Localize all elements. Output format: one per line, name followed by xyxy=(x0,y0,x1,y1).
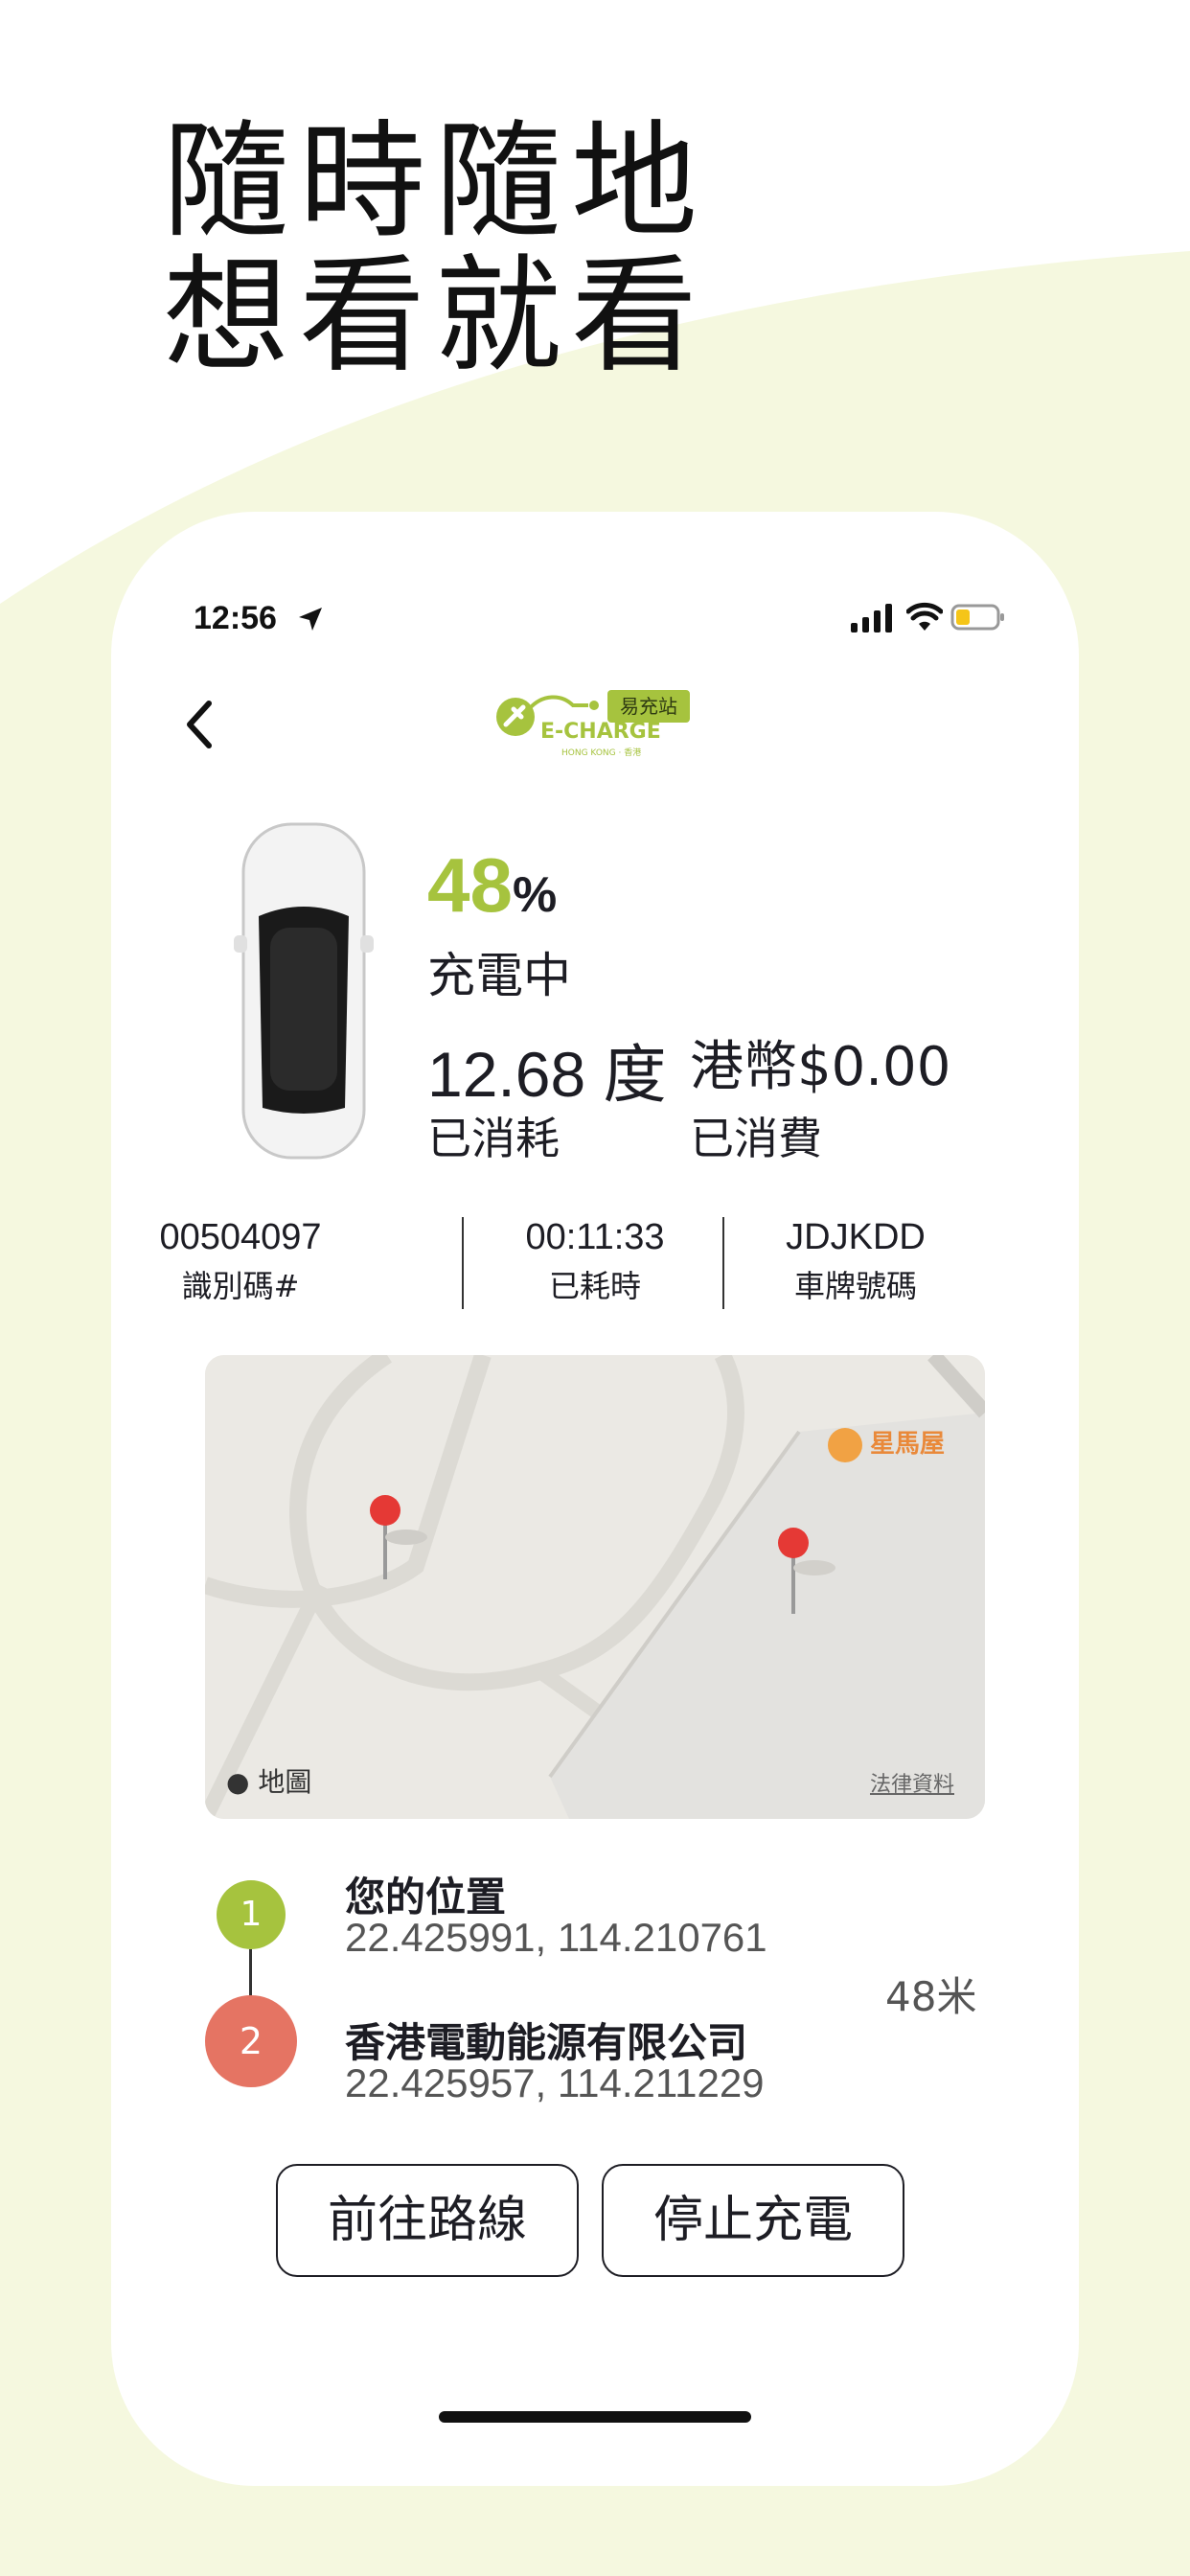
charge-percent-value: 48 xyxy=(427,842,513,928)
headline: 隨時隨地 想看就看 xyxy=(163,115,707,383)
location-1-coordinates: 22.425991, 114.210761 xyxy=(345,1915,767,1960)
e-charge-logo: 易充站 E-CHARGE HONG KONG · 香港 xyxy=(496,690,690,758)
location-arrow-icon xyxy=(299,608,322,631)
charging-status: 充電中 xyxy=(427,948,571,1003)
info-elapsed: 00:11:33 已耗時 xyxy=(466,1217,724,1306)
info-elapsed-label: 已耗時 xyxy=(548,1268,641,1304)
energy-consumed-value: 12.68 度 xyxy=(427,1039,667,1110)
car-topview-image xyxy=(234,822,374,1160)
cost-label: 已消費 xyxy=(690,1113,822,1164)
location-2-badge: 2 xyxy=(205,1995,297,2087)
distance-label: 48米 xyxy=(885,1973,977,2020)
info-id: 00504097 識別碼# xyxy=(111,1217,370,1306)
map-poi: 星馬屋 xyxy=(828,1424,945,1462)
route-map[interactable]: 星馬屋 ● 地圖 法律資料 xyxy=(205,1355,985,1819)
location-connector xyxy=(249,1949,252,1999)
info-divider xyxy=(722,1217,724,1309)
headline-line1: 隨時隨地 xyxy=(163,108,707,256)
location-2-coordinates: 22.425957, 114.211229 xyxy=(345,2060,765,2105)
cellular-signal-icon xyxy=(851,604,892,632)
restaurant-icon xyxy=(828,1427,862,1462)
location-1-badge: 1 xyxy=(217,1880,286,1949)
charge-percent: 48% xyxy=(427,841,557,930)
info-plate-label: 車牌號碼 xyxy=(793,1268,917,1304)
route-button[interactable]: 前往路線 xyxy=(276,2164,579,2277)
map-poi-label: 星馬屋 xyxy=(870,1430,946,1459)
energy-consumed-label: 已消耗 xyxy=(427,1113,560,1164)
charge-percent-unit: % xyxy=(512,867,558,923)
svg-text:易充站: 易充站 xyxy=(620,695,677,718)
wifi-icon xyxy=(906,602,943,631)
info-plate-value: JDJKDD xyxy=(786,1217,926,1257)
info-divider xyxy=(462,1217,464,1309)
cost-value: 港幣$0.00 xyxy=(690,1036,951,1098)
map-brand: ● 地圖 xyxy=(226,1761,311,1800)
map-legal-link[interactable]: 法律資料 xyxy=(870,1767,954,1798)
info-id-value: 00504097 xyxy=(159,1217,322,1257)
status-time: 12:56 xyxy=(194,600,277,636)
svg-text:HONG KONG · 香港: HONG KONG · 香港 xyxy=(561,747,641,758)
phone-screen: 12:56 易充站 E-CHARGE HONG KONG · 香港 48% 充電… xyxy=(111,512,1079,2486)
battery-icon xyxy=(950,604,1004,631)
stop-charging-button[interactable]: 停止充電 xyxy=(602,2164,904,2277)
map-brand-label: 地圖 xyxy=(258,1766,312,1798)
apple-icon: ● xyxy=(226,1766,250,1798)
info-elapsed-value: 00:11:33 xyxy=(525,1217,665,1257)
back-chevron-icon[interactable] xyxy=(180,696,218,753)
status-bar: 12:56 xyxy=(111,600,1079,642)
info-id-label: 識別碼# xyxy=(181,1268,300,1304)
info-plate: JDJKDD 車牌號碼 xyxy=(726,1217,985,1306)
svg-text:E-CHARGE: E-CHARGE xyxy=(540,720,661,744)
home-indicator xyxy=(439,2411,751,2423)
headline-line2: 想看就看 xyxy=(163,242,707,390)
